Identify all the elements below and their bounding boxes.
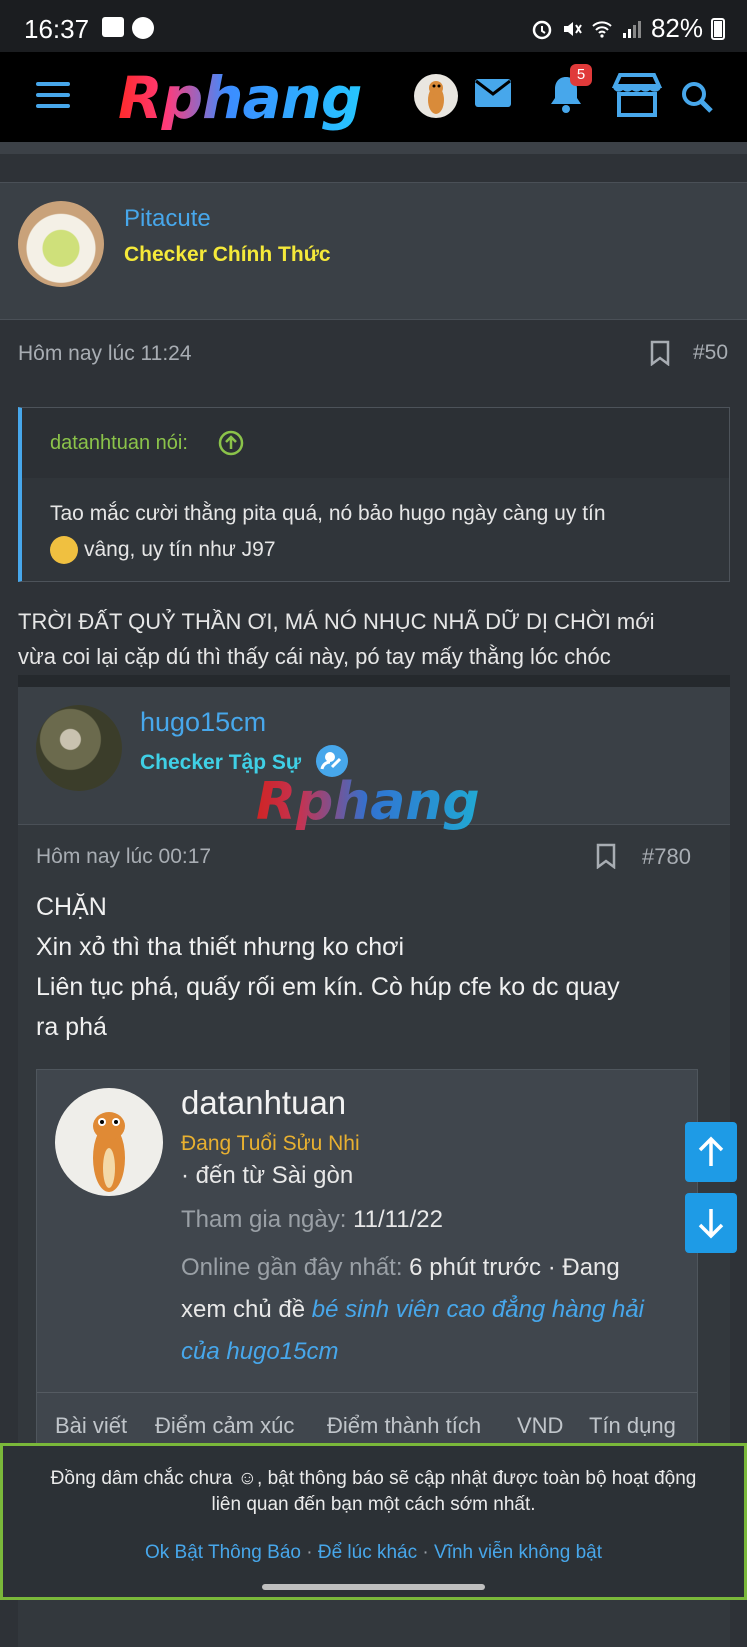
post-number[interactable]: #50 [693, 341, 728, 365]
embedded-author-name: hugo15cm [140, 707, 267, 737]
notification-prompt: Đồng dâm chắc chưa ☺, bật thông báo sẽ c… [0, 1443, 747, 1600]
embedded-line-4: ra phá [36, 1013, 107, 1041]
embedded-author-avatar [36, 705, 122, 791]
telegram-icon [132, 17, 154, 39]
member-rank: Đang Tuổi Sửu Nhi [181, 1132, 360, 1155]
battery-percent: 82% [650, 13, 703, 43]
author-avatar[interactable] [18, 201, 104, 287]
separator: · [306, 1542, 313, 1563]
member-name: datanhtuan [181, 1084, 347, 1121]
notification-prompt-actions: Ok Bật Thông Báo · Để lúc khác · Vĩnh vi… [3, 1542, 744, 1564]
search-icon[interactable] [680, 80, 714, 114]
wifi-icon [592, 20, 612, 38]
user-avatar[interactable] [414, 74, 458, 118]
enable-notifications-link[interactable]: Ok Bật Thông Báo [145, 1542, 301, 1563]
activity-prefix: xem chủ đề [181, 1296, 306, 1323]
later-link[interactable]: Để lúc khác [318, 1542, 417, 1563]
member-online: Online gần đây nhất: 6 phút trước · Đang [181, 1254, 620, 1282]
embedded-timestamp: Hôm nay lúc 00:17 [36, 845, 212, 868]
member-avatar [55, 1088, 163, 1196]
embedded-line-3: Liên tục phá, quấy rối em kín. Cò húp cf… [36, 973, 620, 1001]
thinking-emoji-icon [50, 536, 78, 565]
embedded-post-text: CHẶN Xin xỏ thì tha thiết nhưng ko chơi … [36, 887, 620, 1047]
tab-credit: Tín dụng [589, 1413, 676, 1438]
member-location: · đến từ Sài gòn [181, 1162, 354, 1189]
status-bar: 16:37 82% [0, 0, 747, 52]
scroll-up-button[interactable] [685, 1122, 737, 1182]
post-body: TRỜI ĐẤT QUỶ THẦN ƠI, MÁ NÓ NHỤC NHÃ DỮ … [18, 604, 730, 674]
quote-line-2: vâng, uy tín như J97 [84, 538, 276, 561]
author-name[interactable]: Pitacute [124, 205, 211, 233]
scroll-down-button[interactable] [685, 1193, 737, 1253]
never-link[interactable]: Vĩnh viễn không bật [434, 1542, 602, 1563]
joined-label: Tham gia ngày: [181, 1206, 347, 1233]
activity-link: bé sinh viên cao đẳng hàng hải [311, 1296, 645, 1323]
status-time: 16:37 [24, 14, 90, 44]
bookmark-icon[interactable] [650, 340, 670, 366]
arrow-up-icon [698, 1136, 724, 1166]
tab-achievements: Điểm thành tích [327, 1413, 482, 1438]
signal-icon [622, 20, 641, 38]
arrow-up-circle-icon[interactable] [218, 430, 244, 456]
mute-icon [563, 21, 582, 36]
quote-line-2-row: vâng, uy tín như J97 [50, 532, 709, 568]
quote-line-1: Tao mắc cười thằng pita quá, nó bảo hugo… [50, 502, 606, 525]
joined-value: 11/11/22 [353, 1206, 443, 1233]
separator: · [422, 1542, 429, 1563]
store-icon[interactable] [611, 72, 663, 118]
notification-prompt-message: Đồng dâm chắc chưa ☺, bật thông báo sẽ c… [23, 1466, 724, 1518]
online-label: Online gần đây nhất: [181, 1254, 403, 1281]
tab-posts: Bài viết [55, 1413, 128, 1438]
activity-link-cont: của hugo15cm [181, 1338, 339, 1365]
status-system-icons: 82% [531, 13, 725, 44]
home-indicator[interactable] [262, 1584, 485, 1590]
member-joined: Tham gia ngày: 11/11/22 [181, 1206, 443, 1234]
prompt-line-1: Đồng dâm chắc chưa ☺, bật thông báo sẽ c… [50, 1468, 697, 1489]
author-title: Checker Chính Thức [124, 243, 331, 266]
site-logo[interactable]: Rphang [118, 64, 362, 132]
mail-icon[interactable] [474, 78, 512, 108]
post-author-card: Pitacute Checker Chính Thức [0, 182, 747, 320]
arrow-down-icon [698, 1209, 724, 1239]
battery-icon [711, 17, 725, 40]
header-divider [0, 142, 747, 154]
post-body-line-1: TRỜI ĐẤT QUỶ THẦN ƠI, MÁ NÓ NHỤC NHÃ DỮ … [18, 609, 655, 634]
alarm-icon [532, 20, 552, 39]
gallery-icon [102, 17, 124, 37]
quote-header: datanhtuan nói: [22, 408, 729, 478]
quote-author[interactable]: datanhtuan nói: [50, 432, 188, 455]
online-value: 6 phút trước · Đang [409, 1254, 620, 1281]
tab-reactions: Điểm cảm xúc [155, 1413, 295, 1438]
member-activity: xem chủ đề bé sinh viên cao đẳng hàng hả… [181, 1296, 644, 1324]
status-notification-icons [102, 17, 154, 39]
embedded-bookmark-icon [596, 843, 616, 869]
embedded-post-number: #780 [642, 844, 691, 869]
post-timestamp[interactable]: Hôm nay lúc 11:24 [18, 342, 192, 366]
quote-text: Tao mắc cười thằng pita quá, nó bảo hugo… [50, 496, 709, 568]
menu-icon[interactable] [36, 82, 70, 115]
tab-vnd: VND [517, 1413, 564, 1438]
post-body-line-2: vừa coi lại cặp dú thì thấy cái này, pó … [18, 644, 611, 669]
embedded-line-2: Xin xỏ thì tha thiết nhưng ko chơi [36, 933, 405, 961]
notification-badge: 5 [570, 64, 592, 86]
quote-block: datanhtuan nói: Tao mắc cười thằng pita … [18, 407, 730, 582]
prompt-line-2: liên quan đến bạn một cách sớm nhất. [211, 1494, 536, 1515]
embedded-line-1: CHẶN [36, 893, 107, 921]
embedded-author-card: hugo15cm Checker Tập Sự Rphang [18, 687, 730, 832]
watermark-logo: Rphang [256, 772, 480, 832]
